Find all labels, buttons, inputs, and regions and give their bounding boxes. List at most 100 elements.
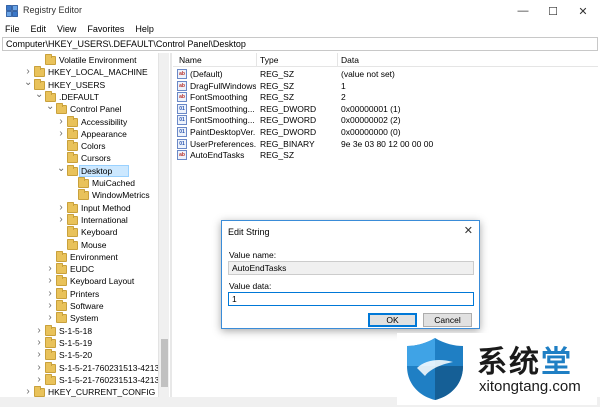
column-header-type[interactable]: Type (260, 55, 278, 65)
chevron-right-icon[interactable]: › (57, 214, 65, 226)
close-button[interactable]: ✕ (568, 0, 598, 22)
tree-item[interactable]: › Printers (2, 287, 169, 300)
folder-icon (56, 300, 67, 311)
column-header-name[interactable]: Name (179, 55, 202, 65)
tree-scrollbar-thumb[interactable] (161, 339, 168, 387)
address-bar[interactable]: Computer\HKEY_USERS\.DEFAULT\Control Pan… (2, 37, 598, 51)
value-row[interactable]: ab DragFullWindows REG_SZ 1 (173, 80, 598, 92)
tree-item[interactable]: ⌄ .DEFAULT (2, 89, 169, 103)
tree-item[interactable]: Mouse (2, 238, 169, 251)
chevron-right-icon[interactable]: › (57, 116, 65, 128)
tree-scrollbar[interactable] (158, 53, 169, 397)
tree-item[interactable]: ⌄ HKEY_USERS (2, 77, 169, 91)
dialog-close-button[interactable]: ✕ (464, 224, 473, 237)
folder-icon (78, 177, 89, 188)
column-header-data[interactable]: Data (341, 55, 359, 65)
value-type-cell: REG_SZ (260, 80, 295, 91)
chevron-right-icon[interactable]: › (35, 325, 43, 337)
maximize-button[interactable]: ☐ (538, 0, 568, 22)
tree-item-label: Keyboard Layout (70, 276, 135, 287)
menu-favorites[interactable]: Favorites (87, 22, 124, 36)
value-row[interactable]: ab AutoEndTasks REG_SZ (173, 149, 598, 161)
tree-item[interactable]: Cursors (2, 152, 169, 164)
minimize-button[interactable]: — (508, 0, 538, 22)
pane-splitter[interactable] (170, 53, 172, 397)
value-row[interactable]: ab FontSmoothing REG_SZ 2 (173, 91, 598, 103)
value-name-cell: UserPreferences... (190, 138, 256, 149)
menu-edit[interactable]: Edit (31, 22, 47, 36)
value-row[interactable]: ab (Default) REG_SZ (value not set) (173, 68, 598, 80)
value-row[interactable]: 01 PaintDesktopVer... REG_DWORD 0x00000000 … (173, 126, 598, 138)
tree-item[interactable]: Volatile Environment (2, 54, 169, 66)
tree-item[interactable]: Colors (2, 140, 169, 152)
watermark-char: 统 (509, 345, 541, 380)
tree-item-label: S-1-5-20 (59, 350, 93, 361)
tree-item-label: Appearance (81, 128, 127, 139)
tree-item[interactable]: › S-1-5-21-760231513-42134192 (2, 361, 169, 374)
tree-item[interactable]: MuiCached (2, 177, 169, 189)
value-data-cell: 1 (341, 80, 346, 91)
tree-item[interactable]: › System (2, 312, 169, 324)
tree-item[interactable]: › EUDC (2, 263, 169, 275)
value-data-cell: 0x00000000 (0) (341, 127, 401, 137)
folder-icon (34, 386, 45, 397)
tree-item[interactable]: › Input Method (2, 201, 169, 214)
tree-item[interactable]: Environment (2, 250, 169, 263)
value-data-input[interactable]: 1 (228, 292, 474, 306)
tree-item[interactable]: WindowMetrics (2, 189, 169, 201)
column-separator[interactable] (337, 53, 338, 67)
value-data-cell: 2 (341, 92, 346, 103)
menu-bar: File Edit View Favorites Help (0, 22, 600, 36)
chevron-right-icon[interactable]: › (35, 337, 43, 349)
menu-help[interactable]: Help (135, 22, 154, 36)
column-separator[interactable] (256, 53, 257, 67)
watermark-url: xitongtang.com (479, 378, 581, 395)
tree-item[interactable]: › Software (2, 300, 169, 312)
tree-item[interactable]: Keyboard (2, 226, 169, 238)
chevron-right-icon[interactable]: › (35, 374, 43, 386)
chevron-right-icon[interactable]: › (46, 263, 54, 275)
tree-item-label: EUDC (70, 264, 95, 275)
menu-file[interactable]: File (5, 22, 20, 36)
chevron-right-icon[interactable]: › (57, 202, 65, 214)
tree-item-label: MuiCached (92, 178, 135, 188)
folder-icon (45, 54, 56, 65)
tree-item[interactable]: › Appearance (2, 127, 169, 140)
value-row[interactable]: 01 FontSmoothing... REG_DWORD 0x00000002 (2… (173, 114, 598, 126)
tree-item-label: HKEY_USERS (48, 79, 106, 90)
chevron-down-icon[interactable]: ⌄ (24, 77, 32, 91)
tree-item[interactable]: › Accessibility (2, 115, 169, 128)
value-data-cell: (value not set) (341, 69, 395, 79)
tree-item[interactable]: › International (2, 213, 169, 226)
chevron-right-icon[interactable]: › (57, 128, 65, 140)
chevron-right-icon[interactable]: › (35, 362, 43, 374)
tree-item[interactable]: › HKEY_CURRENT_CONFIG (2, 386, 169, 397)
chevron-right-icon[interactable]: › (35, 349, 43, 361)
title-bar: Registry Editor — ☐ ✕ (0, 0, 600, 22)
ok-button[interactable]: OK (368, 313, 417, 327)
tree-item[interactable]: › S-1-5-18 (2, 324, 169, 337)
chevron-right-icon[interactable]: › (46, 275, 54, 287)
folder-icon (67, 226, 78, 238)
tree-item[interactable]: › S-1-5-19 (2, 336, 169, 349)
menu-view[interactable]: View (57, 22, 76, 36)
tree-item[interactable]: ⌄ Desktop (2, 163, 169, 177)
tree-item[interactable]: ⌄ Control Panel (2, 102, 169, 115)
chevron-right-icon[interactable]: › (46, 288, 54, 300)
chevron-right-icon[interactable]: › (46, 312, 54, 324)
chevron-right-icon[interactable]: › (46, 300, 54, 312)
value-row[interactable]: 01 FontSmoothing... REG_DWORD 0x00000001 (1… (173, 103, 598, 115)
chevron-down-icon[interactable]: ⌄ (57, 163, 65, 177)
chevron-down-icon[interactable]: ⌄ (35, 89, 43, 103)
chevron-down-icon[interactable]: ⌄ (46, 102, 54, 115)
tree-item[interactable]: › S-1-5-20 (2, 349, 169, 361)
tree-item[interactable]: › Keyboard Layout (2, 275, 169, 287)
value-row[interactable]: 01 UserPreferences... REG_BINARY 9e 3e 03 8… (173, 138, 598, 150)
site-watermark: 系统堂 xitongtang.com (397, 333, 597, 405)
binary-value-icon: 01 (177, 115, 187, 126)
watermark-char: 系 (477, 345, 509, 380)
value-name-label: Value name: (229, 250, 277, 260)
chevron-right-icon[interactable]: › (24, 386, 32, 397)
tree-item[interactable]: › S-1-5-21-760231513-42134192 (2, 373, 169, 386)
cancel-button[interactable]: Cancel (423, 313, 472, 327)
